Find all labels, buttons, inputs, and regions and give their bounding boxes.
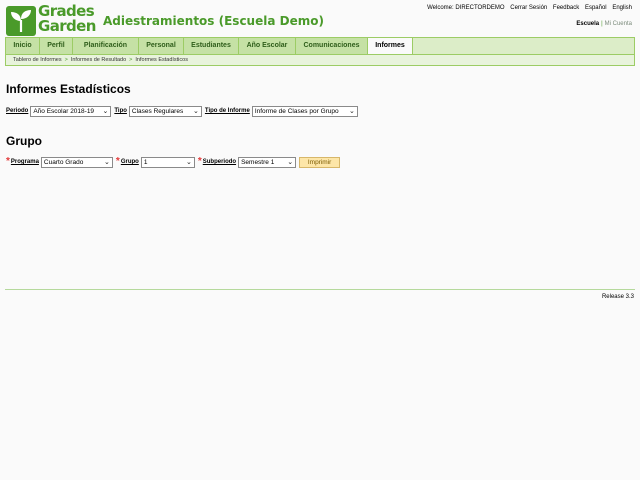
program-select[interactable]: Cuarto Grado ⌄ bbox=[40, 156, 113, 168]
language-english-link[interactable]: English bbox=[612, 5, 632, 11]
scope-switcher: Escuela | Mi Cuenta bbox=[576, 21, 632, 27]
menu-item-inicio[interactable]: Inicio bbox=[6, 38, 40, 54]
menu-item-informes[interactable]: Informes bbox=[368, 38, 413, 54]
menu-item-comunicaciones[interactable]: Comunicaciones bbox=[296, 38, 368, 54]
release-version: Release 3.3 bbox=[601, 294, 634, 300]
required-marker: * bbox=[197, 156, 202, 167]
language-spanish-link[interactable]: Español bbox=[585, 5, 607, 11]
group-select[interactable]: 1 ⌄ bbox=[140, 156, 195, 168]
group-label: Grupo bbox=[120, 159, 139, 165]
program-select-value: Cuarto Grado bbox=[43, 158, 84, 166]
scope-my-account-link[interactable]: Mi Cuenta bbox=[605, 21, 632, 27]
app-title: Adiestramientos (Escuela Demo) bbox=[103, 14, 324, 28]
scope-school-link[interactable]: Escuela bbox=[576, 21, 599, 27]
welcome-text: Welcome: DIRECTORDEMO bbox=[427, 5, 505, 11]
subperiod-label: Subperiodo bbox=[202, 159, 237, 165]
menu-item-personal[interactable]: Personal bbox=[139, 38, 184, 54]
breadcrumb-item-tablero[interactable]: Tablero de Informes bbox=[13, 57, 62, 63]
chevron-down-icon: ⌄ bbox=[287, 158, 294, 166]
subperiod-select-value: Semestre 1 bbox=[241, 158, 275, 166]
program-label: Programa bbox=[10, 159, 39, 165]
logo-text: Grades Garden bbox=[38, 4, 96, 34]
period-label: Periodo bbox=[6, 108, 29, 114]
breadcrumb-separator: > bbox=[64, 57, 68, 63]
top-nav: Welcome: DIRECTORDEMO Cerrar Sesión Feed… bbox=[423, 5, 632, 11]
required-marker: * bbox=[6, 156, 10, 167]
menu-item-perfil[interactable]: Perfil bbox=[40, 38, 73, 54]
group-filter-row: * Programa Cuarto Grado ⌄ * Grupo 1 ⌄ * … bbox=[6, 156, 341, 168]
print-button[interactable]: Imprimir bbox=[299, 156, 341, 168]
menu-item-ano-escolar[interactable]: Año Escolar bbox=[239, 38, 296, 54]
page-title: Informes Estadísticos bbox=[6, 82, 131, 96]
grades-garden-logo[interactable]: Grades Garden bbox=[6, 4, 96, 36]
report-type-select[interactable]: Informe de Clases por Grupo ⌄ bbox=[251, 105, 358, 117]
footer-divider bbox=[5, 289, 635, 290]
chevron-down-icon: ⌄ bbox=[193, 107, 199, 115]
sprout-icon bbox=[6, 6, 36, 36]
menu-item-estudiantes[interactable]: Estudiantes bbox=[184, 38, 239, 54]
breadcrumb: Tablero de Informes > Informes de Resultad… bbox=[5, 54, 635, 66]
menu-item-planificacion[interactable]: Planificación bbox=[73, 38, 139, 54]
group-select-value: 1 bbox=[143, 158, 148, 166]
logo-word-garden: Garden bbox=[38, 17, 96, 35]
breadcrumb-separator: > bbox=[129, 57, 133, 63]
chevron-down-icon: ⌄ bbox=[104, 158, 110, 166]
type-select-value: Clases Regulares bbox=[131, 107, 184, 115]
logout-link[interactable]: Cerrar Sesión bbox=[510, 5, 547, 11]
report-type-label: Tipo de Informe bbox=[204, 108, 250, 114]
scope-separator: | bbox=[601, 21, 603, 27]
type-label: Tipo bbox=[114, 108, 127, 114]
subperiod-select[interactable]: Semestre 1 ⌄ bbox=[238, 156, 297, 168]
chevron-down-icon: ⌄ bbox=[348, 107, 355, 115]
type-select[interactable]: Clases Regulares ⌄ bbox=[128, 105, 202, 117]
breadcrumb-item-estadisticos: Informes Estadísticos bbox=[135, 57, 188, 63]
report-filter-row: Periodo Año Escolar 2018-19 ⌄ Tipo Clase… bbox=[6, 105, 361, 117]
chevron-down-icon: ⌄ bbox=[102, 107, 109, 115]
main-menu: Inicio Perfil Planificación Personal Est… bbox=[5, 37, 635, 54]
feedback-link[interactable]: Feedback bbox=[553, 5, 579, 11]
required-marker: * bbox=[115, 156, 120, 167]
period-select[interactable]: Año Escolar 2018-19 ⌄ bbox=[30, 105, 112, 117]
period-select-value: Año Escolar 2018-19 bbox=[33, 107, 95, 115]
section-title-group: Grupo bbox=[6, 134, 42, 148]
chevron-down-icon: ⌄ bbox=[185, 158, 192, 166]
breadcrumb-item-resultado[interactable]: Informes de Resultado bbox=[71, 57, 126, 63]
report-type-select-value: Informe de Clases por Grupo bbox=[254, 107, 339, 115]
